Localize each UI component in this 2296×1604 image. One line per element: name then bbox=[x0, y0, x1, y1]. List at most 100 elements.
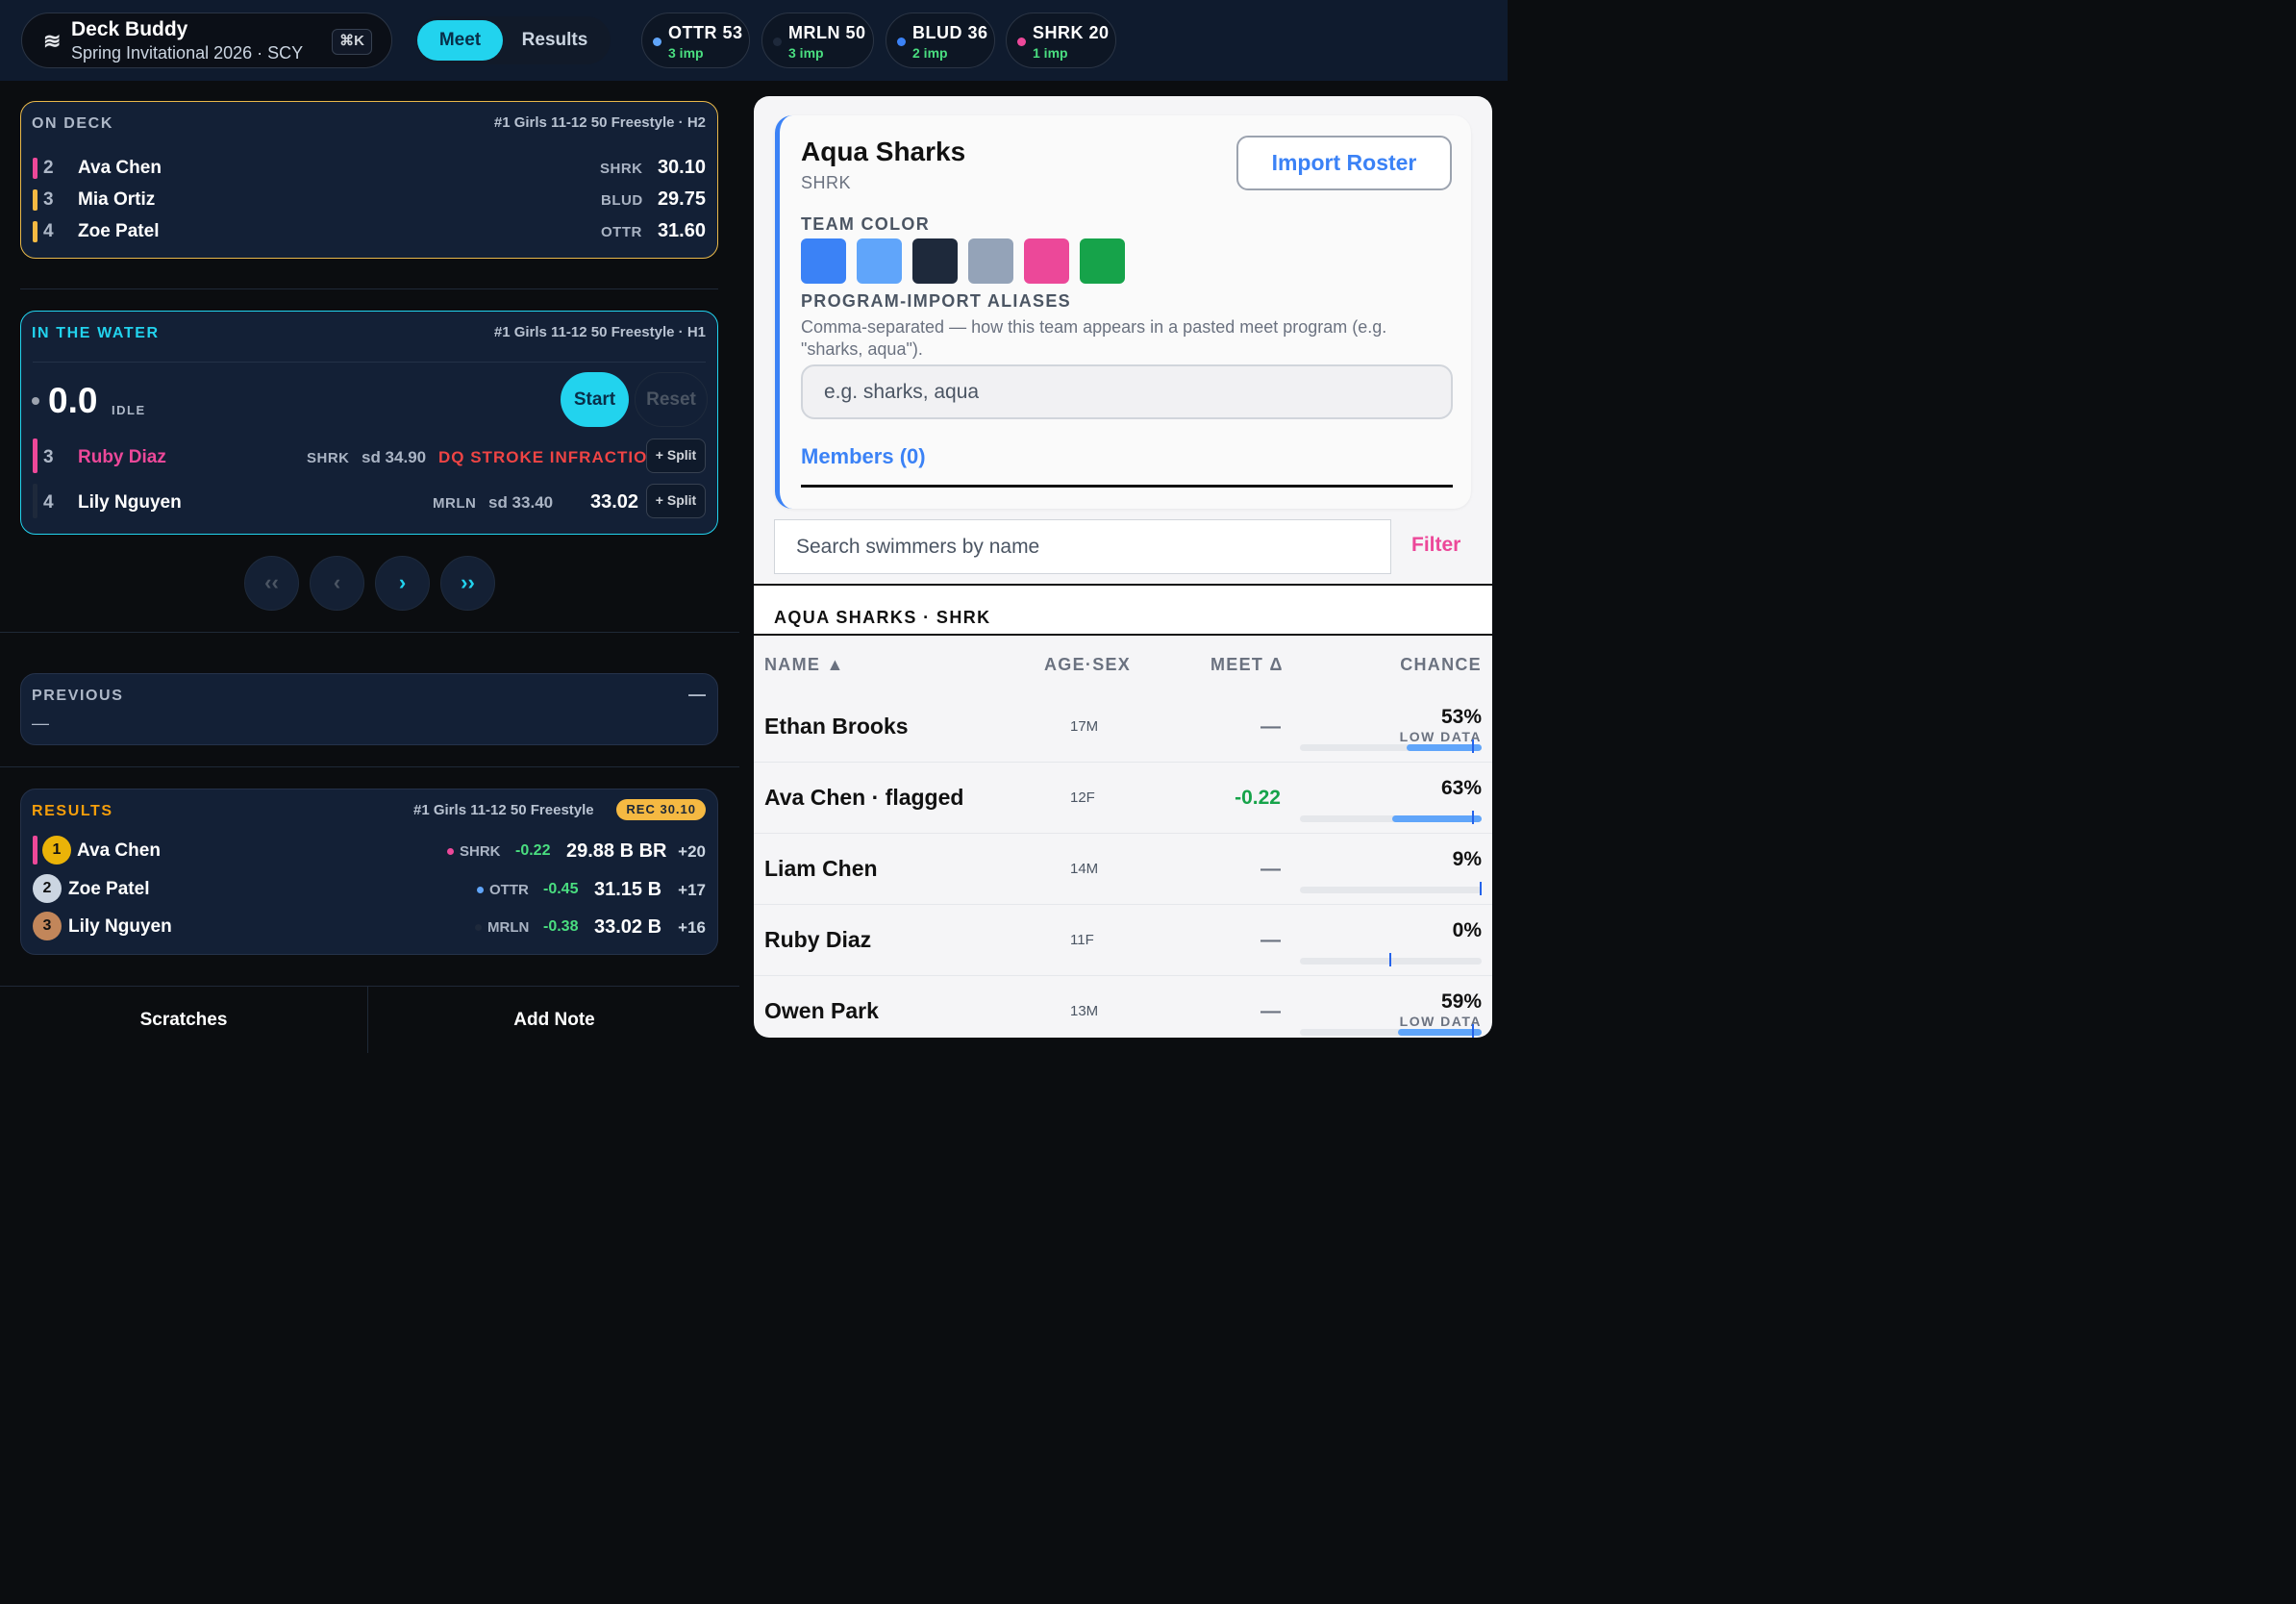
swimmer-name: Zoe Patel bbox=[78, 221, 160, 241]
swimmer-name: Mia Ortiz bbox=[78, 189, 156, 210]
next-heat-button[interactable]: › bbox=[375, 556, 430, 611]
points: +20 bbox=[678, 842, 706, 861]
view-switcher: Meet Results bbox=[416, 16, 611, 64]
finish-time: 33.02 bbox=[590, 491, 639, 513]
team-color-dot bbox=[1017, 38, 1026, 46]
on-deck-label: ON DECK bbox=[32, 115, 113, 132]
team-score-chip[interactable]: OTTR 53 3 imp bbox=[641, 13, 750, 68]
swimmer-name: Lily Nguyen bbox=[68, 916, 172, 937]
team-color-bar bbox=[33, 189, 37, 211]
result-time: 31.15 B bbox=[594, 879, 662, 900]
previous-card[interactable]: PREVIOUS — — bbox=[20, 673, 718, 745]
in-water-event: #1 Girls 11-12 50 Freestyle · H1 bbox=[493, 324, 706, 340]
scratches-button[interactable]: Scratches bbox=[0, 987, 368, 1053]
record-badge: REC 30.10 bbox=[616, 799, 706, 820]
color-swatch[interactable] bbox=[912, 238, 958, 284]
tab-members[interactable]: Members (0) bbox=[801, 444, 926, 469]
swimmer-team: SHRK bbox=[307, 450, 350, 466]
lane-number: 3 bbox=[43, 189, 54, 210]
color-swatch[interactable] bbox=[1024, 238, 1069, 284]
import-roster-button[interactable]: Import Roster bbox=[1236, 136, 1452, 190]
team-color-dot bbox=[897, 38, 906, 46]
add-split-button[interactable]: + Split bbox=[646, 484, 706, 518]
meet-switcher[interactable]: ≋ Deck Buddy Spring Invitational 2026 · … bbox=[21, 13, 392, 68]
roster-row[interactable]: Owen Park 13M — 59% LOW DATA bbox=[754, 976, 1492, 1038]
roster-row[interactable]: Liam Chen 14M — 9% bbox=[754, 834, 1492, 905]
team-color-bar bbox=[33, 836, 37, 865]
race-clock: 0.0 bbox=[48, 381, 98, 420]
team-score-chip[interactable]: BLUD 36 2 imp bbox=[886, 13, 995, 68]
color-swatch[interactable] bbox=[801, 238, 846, 284]
previous-heat-button[interactable]: ‹ bbox=[310, 556, 364, 611]
team-color-bar bbox=[33, 158, 37, 179]
dq-status: DQ STROKE INFRACTION bbox=[438, 448, 661, 466]
roster-row[interactable]: Ruby Diaz 11F — 0% bbox=[754, 905, 1492, 976]
divider bbox=[20, 288, 718, 289]
color-swatch[interactable] bbox=[1080, 238, 1125, 284]
swimmer-name: Zoe Patel bbox=[68, 879, 150, 899]
column-header-age-sex[interactable]: AGE·SEX bbox=[1044, 655, 1131, 675]
chance-bar bbox=[1300, 882, 1482, 895]
add-note-button[interactable]: Add Note bbox=[369, 987, 739, 1053]
aliases-label: PROGRAM-IMPORT ALIASES bbox=[801, 291, 1071, 311]
chance-marker bbox=[1480, 882, 1482, 895]
lane-number: 2 bbox=[43, 158, 54, 178]
color-swatch[interactable] bbox=[857, 238, 902, 284]
age-sex: 17M bbox=[1070, 718, 1099, 735]
filter-button[interactable]: Filter bbox=[1411, 534, 1460, 557]
team-improvements: 3 imp bbox=[668, 45, 704, 61]
column-header-meet-delta[interactable]: MEET Δ bbox=[1210, 655, 1284, 675]
team-score-chip[interactable]: MRLN 50 3 imp bbox=[761, 13, 874, 68]
team-color-bar bbox=[33, 221, 37, 242]
team-score: SHRK 20 bbox=[1033, 23, 1110, 42]
color-swatch[interactable] bbox=[968, 238, 1013, 284]
age-sex: 14M bbox=[1070, 861, 1099, 877]
tab-meet[interactable]: Meet bbox=[417, 20, 503, 61]
previous-label: PREVIOUS bbox=[32, 688, 124, 704]
start-button[interactable]: Start bbox=[561, 372, 629, 427]
roster-row[interactable]: Ethan Brooks 17M — 53% LOW DATA bbox=[754, 691, 1492, 763]
team-color-dot bbox=[773, 38, 782, 46]
collapse-toggle[interactable]: — bbox=[688, 685, 706, 705]
clock-state: IDLE bbox=[112, 403, 146, 417]
place-badge: 2 bbox=[33, 874, 62, 903]
top-bar: ≋ Deck Buddy Spring Invitational 2026 · … bbox=[0, 0, 1508, 81]
team-score-chip[interactable]: SHRK 20 1 imp bbox=[1006, 13, 1116, 68]
tab-results[interactable]: Results bbox=[509, 20, 601, 61]
chance-bar bbox=[1300, 739, 1482, 753]
add-split-button[interactable]: + Split bbox=[646, 439, 706, 473]
divider bbox=[0, 766, 739, 767]
swimmer-team: MRLN bbox=[433, 495, 477, 512]
column-header-name[interactable]: NAME ▲ bbox=[764, 655, 845, 675]
wave-icon: ≋ bbox=[43, 29, 62, 53]
members-tab-underline bbox=[801, 485, 1453, 488]
meet-subtitle: Spring Invitational 2026 · SCY bbox=[71, 43, 304, 63]
seed-time: sd 34.90 bbox=[362, 448, 427, 466]
chance-bar bbox=[1300, 811, 1482, 824]
seed-time: 31.60 bbox=[657, 220, 706, 241]
first-heat-button[interactable]: ‹‹ bbox=[244, 556, 299, 611]
command-shortcut[interactable]: ⌘K bbox=[332, 29, 372, 55]
team-color-dot bbox=[475, 924, 482, 931]
roster-row[interactable]: Ava Chen · flagged 12F -0.22 63% bbox=[754, 763, 1492, 834]
time-delta: -0.22 bbox=[515, 842, 551, 859]
result-time: 29.88 B BR bbox=[566, 840, 667, 862]
chance-marker bbox=[1472, 739, 1474, 753]
swimmer-search-input[interactable]: Search swimmers by name bbox=[774, 519, 1391, 574]
swimmer-team: SHRK bbox=[460, 843, 501, 860]
meet-panel: ON DECK #1 Girls 11-12 50 Freestyle · H2… bbox=[0, 81, 739, 1053]
chance-marker bbox=[1472, 1024, 1474, 1038]
last-heat-button[interactable]: ›› bbox=[440, 556, 495, 611]
previous-content: — bbox=[32, 714, 49, 733]
lane-number: 4 bbox=[43, 221, 54, 241]
chance-bar-fill bbox=[1398, 1029, 1482, 1036]
team-score: OTTR 53 bbox=[668, 23, 743, 42]
swimmer-name: Ruby Diaz bbox=[764, 927, 872, 952]
column-header-chance[interactable]: CHANCE bbox=[1400, 655, 1482, 675]
aliases-input[interactable]: e.g. sharks, aqua bbox=[801, 364, 1453, 419]
swimmer-name: Owen Park bbox=[764, 998, 879, 1023]
points: +16 bbox=[678, 918, 706, 937]
reset-button[interactable]: Reset bbox=[635, 372, 708, 427]
chance-percent: 0% bbox=[1452, 919, 1482, 941]
swimmer-team: MRLN bbox=[487, 919, 530, 936]
